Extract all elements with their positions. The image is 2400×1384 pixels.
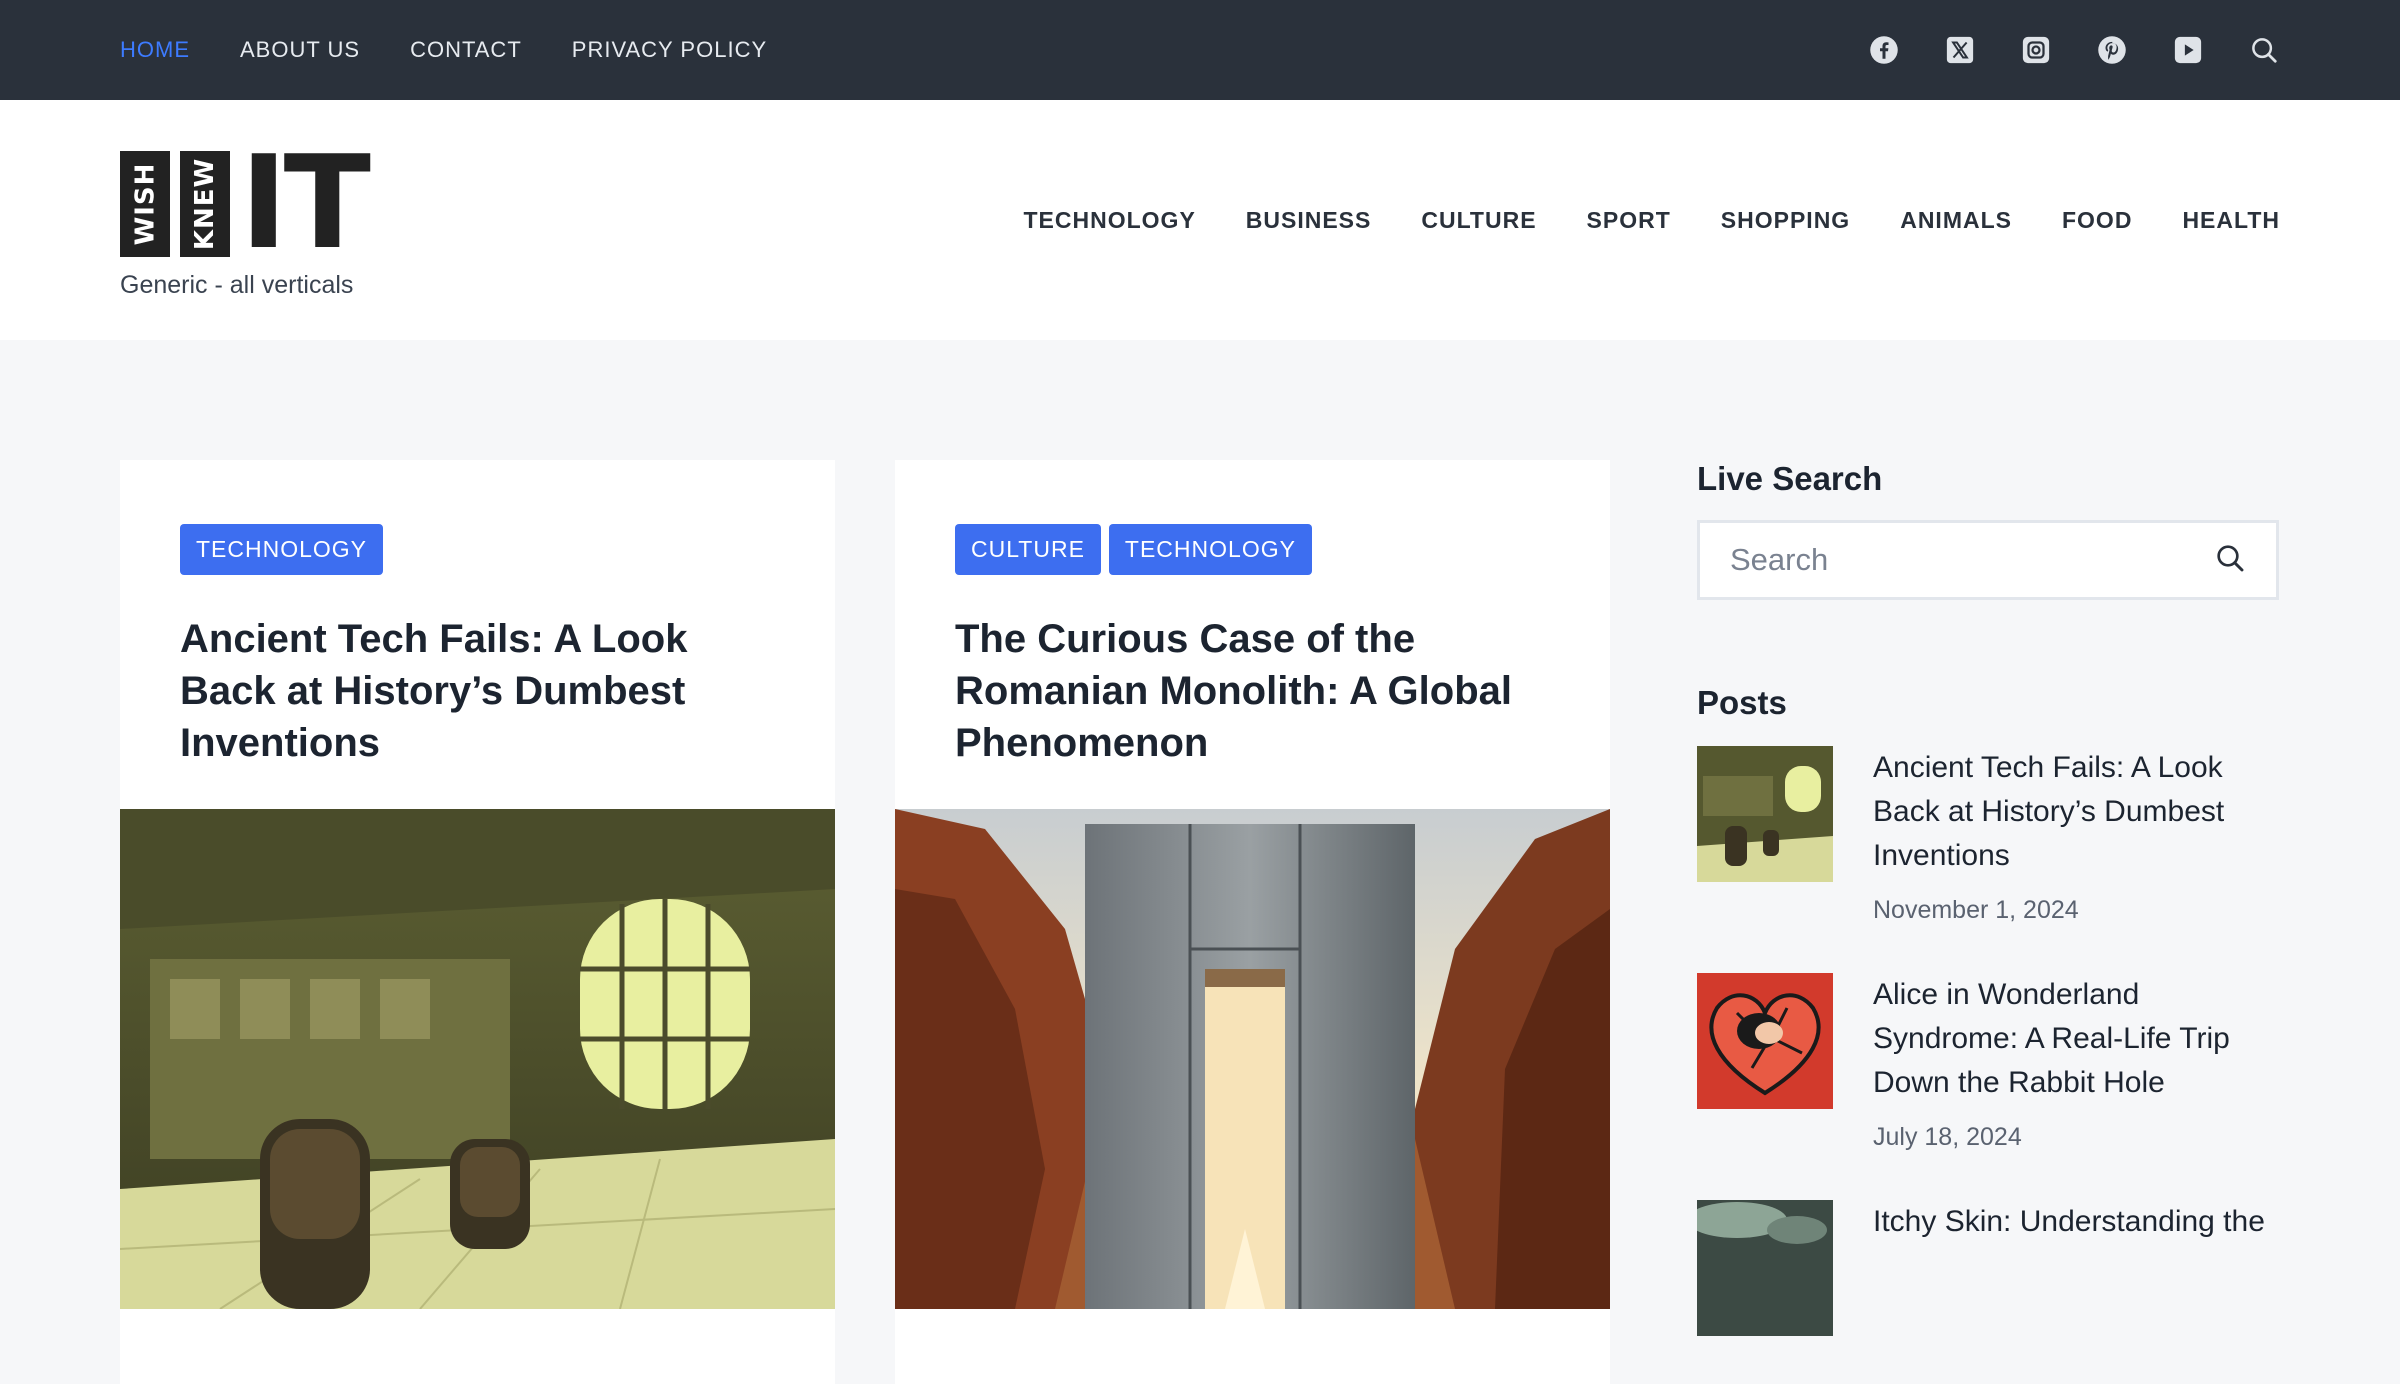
article-card-body: TECHNOLOGY Ancient Tech Fails: A Look Ba… (120, 460, 835, 809)
top-nav-home[interactable]: HOME (120, 37, 190, 63)
main-content: TECHNOLOGY Ancient Tech Fails: A Look Ba… (120, 460, 2280, 1384)
logo-word-knew: KNEW (190, 157, 221, 250)
top-nav-privacy-policy[interactable]: PRIVACY POLICY (572, 37, 767, 63)
live-search-heading: Live Search (1697, 460, 1883, 497)
post-title[interactable]: Ancient Tech Fails: A Look Back at Histo… (1873, 746, 2279, 878)
posts-heading: Posts (1697, 684, 1787, 721)
main-nav: TECHNOLOGY BUSINESS CULTURE SPORT SHOPPI… (1024, 207, 2281, 234)
site-logo[interactable]: WISH KNEW IT (120, 128, 371, 278)
article-image[interactable] (895, 809, 1610, 1309)
main-nav-food[interactable]: FOOD (2062, 207, 2132, 234)
search-icon[interactable] (2248, 34, 2280, 66)
article-tags: TECHNOLOGY (180, 524, 775, 575)
search-input[interactable] (1730, 542, 2170, 578)
post-date: November 1, 2024 (1873, 896, 2079, 924)
logo-word-it: IT (240, 128, 371, 278)
x-twitter-icon[interactable] (1944, 34, 1976, 66)
post-title[interactable]: Itchy Skin: Understanding the (1873, 1200, 2279, 1244)
search-icon[interactable] (2214, 542, 2246, 579)
post-title[interactable]: Alice in Wonderland Syndrome: A Real-Lif… (1873, 973, 2279, 1105)
list-item: Alice in Wonderland Syndrome: A Real-Lif… (1697, 973, 2279, 1152)
logo-word-wish: WISH (130, 162, 160, 245)
logo-block-knew: KNEW (180, 150, 230, 257)
post-thumbnail[interactable] (1697, 746, 1833, 882)
top-nav-about-us[interactable]: ABOUT US (240, 37, 360, 63)
article-tags: CULTURE TECHNOLOGY (955, 524, 1550, 575)
main-nav-business[interactable]: BUSINESS (1246, 207, 1372, 234)
youtube-icon[interactable] (2172, 34, 2204, 66)
article-image[interactable] (120, 809, 835, 1309)
top-nav-contact[interactable]: CONTACT (410, 37, 522, 63)
site-tagline: Generic - all verticals (120, 270, 354, 299)
top-bar: HOME ABOUT US CONTACT PRIVACY POLICY (0, 0, 2400, 100)
article-card: TECHNOLOGY Ancient Tech Fails: A Look Ba… (120, 460, 835, 1384)
post-thumbnail[interactable] (1697, 1200, 1833, 1336)
post-text: Alice in Wonderland Syndrome: A Real-Lif… (1873, 973, 2279, 1152)
tag-technology[interactable]: TECHNOLOGY (1108, 524, 1312, 575)
instagram-icon[interactable] (2020, 34, 2052, 66)
article-card-body: CULTURE TECHNOLOGY The Curious Case of t… (895, 460, 1610, 809)
list-item: Ancient Tech Fails: A Look Back at Histo… (1697, 746, 2279, 925)
main-nav-shopping[interactable]: SHOPPING (1721, 207, 1850, 234)
main-nav-health[interactable]: HEALTH (2182, 207, 2280, 234)
post-text: Ancient Tech Fails: A Look Back at Histo… (1873, 746, 2279, 925)
article-title[interactable]: Ancient Tech Fails: A Look Back at Histo… (180, 613, 775, 769)
social-links (1868, 34, 2280, 66)
pinterest-icon[interactable] (2096, 34, 2128, 66)
top-nav: HOME ABOUT US CONTACT PRIVACY POLICY (120, 37, 767, 63)
main-nav-sport[interactable]: SPORT (1587, 207, 1671, 234)
sidebar: Live Search Posts Ancient Tech Fails (1697, 460, 2279, 1384)
main-nav-technology[interactable]: TECHNOLOGY (1024, 207, 1196, 234)
article-card: CULTURE TECHNOLOGY The Curious Case of t… (895, 460, 1610, 1384)
main-nav-culture[interactable]: CULTURE (1421, 207, 1536, 234)
tag-culture[interactable]: CULTURE (955, 524, 1101, 575)
list-item: Itchy Skin: Understanding the (1697, 1200, 2279, 1336)
brand[interactable]: WISH KNEW IT Generic - all verticals (120, 128, 371, 300)
logo-block-wish: WISH (120, 150, 170, 257)
post-text: Itchy Skin: Understanding the (1873, 1200, 2279, 1336)
post-date: July 18, 2024 (1873, 1123, 2022, 1151)
facebook-icon[interactable] (1868, 34, 1900, 66)
live-search-box (1697, 520, 2279, 600)
main-nav-animals[interactable]: ANIMALS (1900, 207, 2012, 234)
site-header: WISH KNEW IT Generic - all verticals TEC… (0, 100, 2400, 340)
tag-technology[interactable]: TECHNOLOGY (180, 524, 384, 575)
article-title[interactable]: The Curious Case of the Romanian Monolit… (955, 613, 1550, 769)
post-thumbnail[interactable] (1697, 973, 1833, 1109)
